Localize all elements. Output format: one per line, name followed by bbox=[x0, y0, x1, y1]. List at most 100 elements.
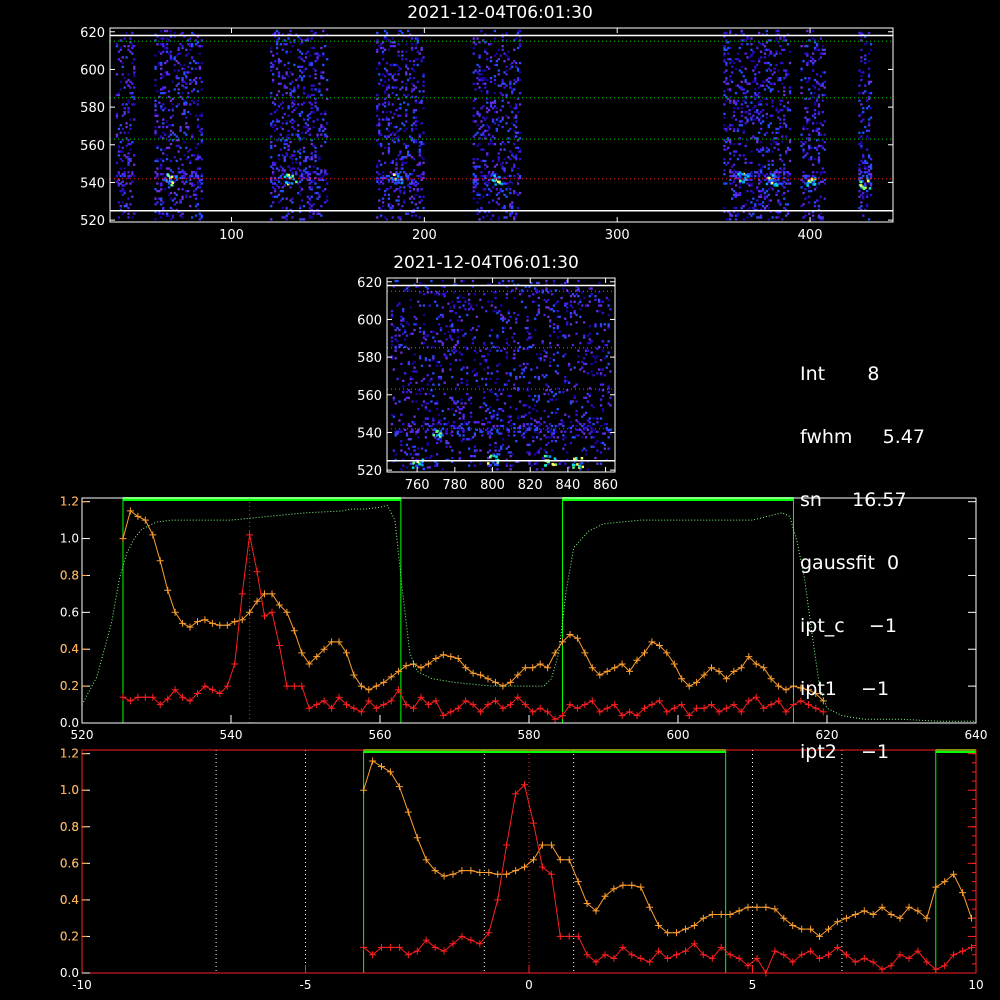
image-pixel bbox=[408, 186, 412, 189]
image-pixel bbox=[165, 158, 169, 161]
image-pixel bbox=[763, 52, 767, 55]
image-pixel bbox=[281, 107, 284, 110]
image-pixel bbox=[398, 328, 401, 332]
image-pixel bbox=[295, 171, 298, 174]
image-pixel bbox=[484, 48, 487, 51]
image-pixel bbox=[501, 78, 504, 82]
data-point bbox=[637, 883, 645, 891]
image-pixel bbox=[765, 29, 768, 33]
image-pixel bbox=[378, 173, 381, 176]
image-pixel bbox=[501, 409, 505, 413]
image-pixel bbox=[154, 218, 157, 221]
image-pixel bbox=[501, 99, 504, 102]
image-pixel bbox=[403, 186, 406, 189]
data-point bbox=[223, 621, 231, 629]
image-pixel bbox=[775, 37, 778, 40]
image-pixel bbox=[732, 163, 736, 166]
image-pixel bbox=[451, 323, 454, 326]
image-pixel bbox=[454, 359, 458, 362]
data-point bbox=[387, 697, 395, 705]
image-pixel bbox=[758, 163, 761, 166]
image-pixel bbox=[460, 353, 463, 356]
y-tick-label: 1.0 bbox=[60, 532, 79, 546]
image-pixel bbox=[867, 118, 871, 121]
image-pixel bbox=[746, 105, 749, 108]
image-pixel bbox=[539, 438, 542, 441]
image-pixel bbox=[169, 159, 173, 163]
image-pixel bbox=[860, 141, 863, 144]
image-pixel bbox=[405, 112, 408, 116]
bright-pixel bbox=[171, 181, 175, 185]
image-pixel bbox=[813, 101, 817, 104]
image-pixel bbox=[403, 161, 406, 164]
image-pixel bbox=[115, 133, 119, 136]
data-point bbox=[760, 664, 768, 672]
image-pixel bbox=[308, 182, 311, 185]
image-pixel bbox=[740, 114, 743, 117]
image-pixel bbox=[418, 133, 421, 136]
image-pixel bbox=[194, 67, 198, 70]
image-pixel bbox=[545, 355, 548, 358]
bright-pixel bbox=[810, 177, 814, 181]
x-tick-label: 820 bbox=[518, 478, 543, 493]
image-pixel bbox=[725, 77, 728, 80]
image-pixel bbox=[196, 99, 200, 102]
image-pixel bbox=[486, 58, 489, 61]
data-point bbox=[603, 667, 611, 675]
data-point bbox=[655, 697, 663, 705]
image-pixel bbox=[821, 216, 824, 219]
image-pixel bbox=[723, 90, 726, 93]
image-pixel bbox=[476, 37, 479, 40]
image-pixel bbox=[171, 171, 174, 174]
image-pixel bbox=[526, 327, 529, 330]
image-pixel bbox=[815, 43, 819, 46]
data-point bbox=[745, 697, 753, 705]
image-pixel bbox=[451, 449, 454, 452]
image-pixel bbox=[767, 188, 770, 191]
image-pixel bbox=[567, 415, 571, 418]
image-pixel bbox=[586, 304, 589, 307]
image-pixel bbox=[821, 45, 824, 48]
image-pixel bbox=[489, 101, 493, 104]
image-pixel bbox=[173, 69, 176, 72]
image-pixel bbox=[390, 340, 394, 343]
image-pixel bbox=[605, 343, 608, 347]
image-pixel bbox=[485, 417, 488, 420]
image-pixel bbox=[537, 304, 540, 307]
image-pixel bbox=[812, 218, 815, 221]
image-pixel bbox=[866, 148, 869, 151]
image-pixel bbox=[419, 355, 422, 358]
image-pixel bbox=[813, 129, 817, 132]
image-pixel bbox=[160, 52, 163, 55]
image-pixel bbox=[813, 109, 817, 112]
image-pixel bbox=[156, 114, 159, 117]
image-pixel bbox=[769, 63, 772, 67]
image-pixel bbox=[496, 377, 499, 381]
image-pixel bbox=[862, 161, 865, 164]
image-pixel bbox=[399, 186, 402, 189]
image-pixel bbox=[410, 214, 414, 217]
image-pixel bbox=[447, 302, 450, 305]
image-pixel bbox=[860, 78, 863, 82]
image-pixel bbox=[187, 43, 190, 46]
image-pixel bbox=[823, 48, 826, 51]
image-pixel bbox=[420, 424, 424, 428]
image-pixel bbox=[549, 428, 552, 431]
image-pixel bbox=[443, 381, 446, 384]
image-pixel bbox=[413, 445, 416, 448]
image-pixel bbox=[391, 205, 394, 208]
image-pixel bbox=[501, 443, 505, 446]
image-pixel bbox=[300, 199, 304, 202]
image-pixel bbox=[515, 154, 518, 157]
image-pixel bbox=[410, 46, 414, 50]
image-pixel bbox=[594, 295, 597, 298]
image-pixel bbox=[196, 203, 200, 206]
image-pixel bbox=[765, 103, 768, 106]
image-pixel bbox=[291, 73, 294, 76]
y-tick-label: 520 bbox=[357, 464, 382, 479]
image-pixel bbox=[200, 190, 203, 193]
image-pixel bbox=[162, 212, 165, 215]
image-pixel bbox=[189, 48, 192, 51]
image-pixel bbox=[530, 464, 533, 467]
image-pixel bbox=[185, 173, 188, 176]
